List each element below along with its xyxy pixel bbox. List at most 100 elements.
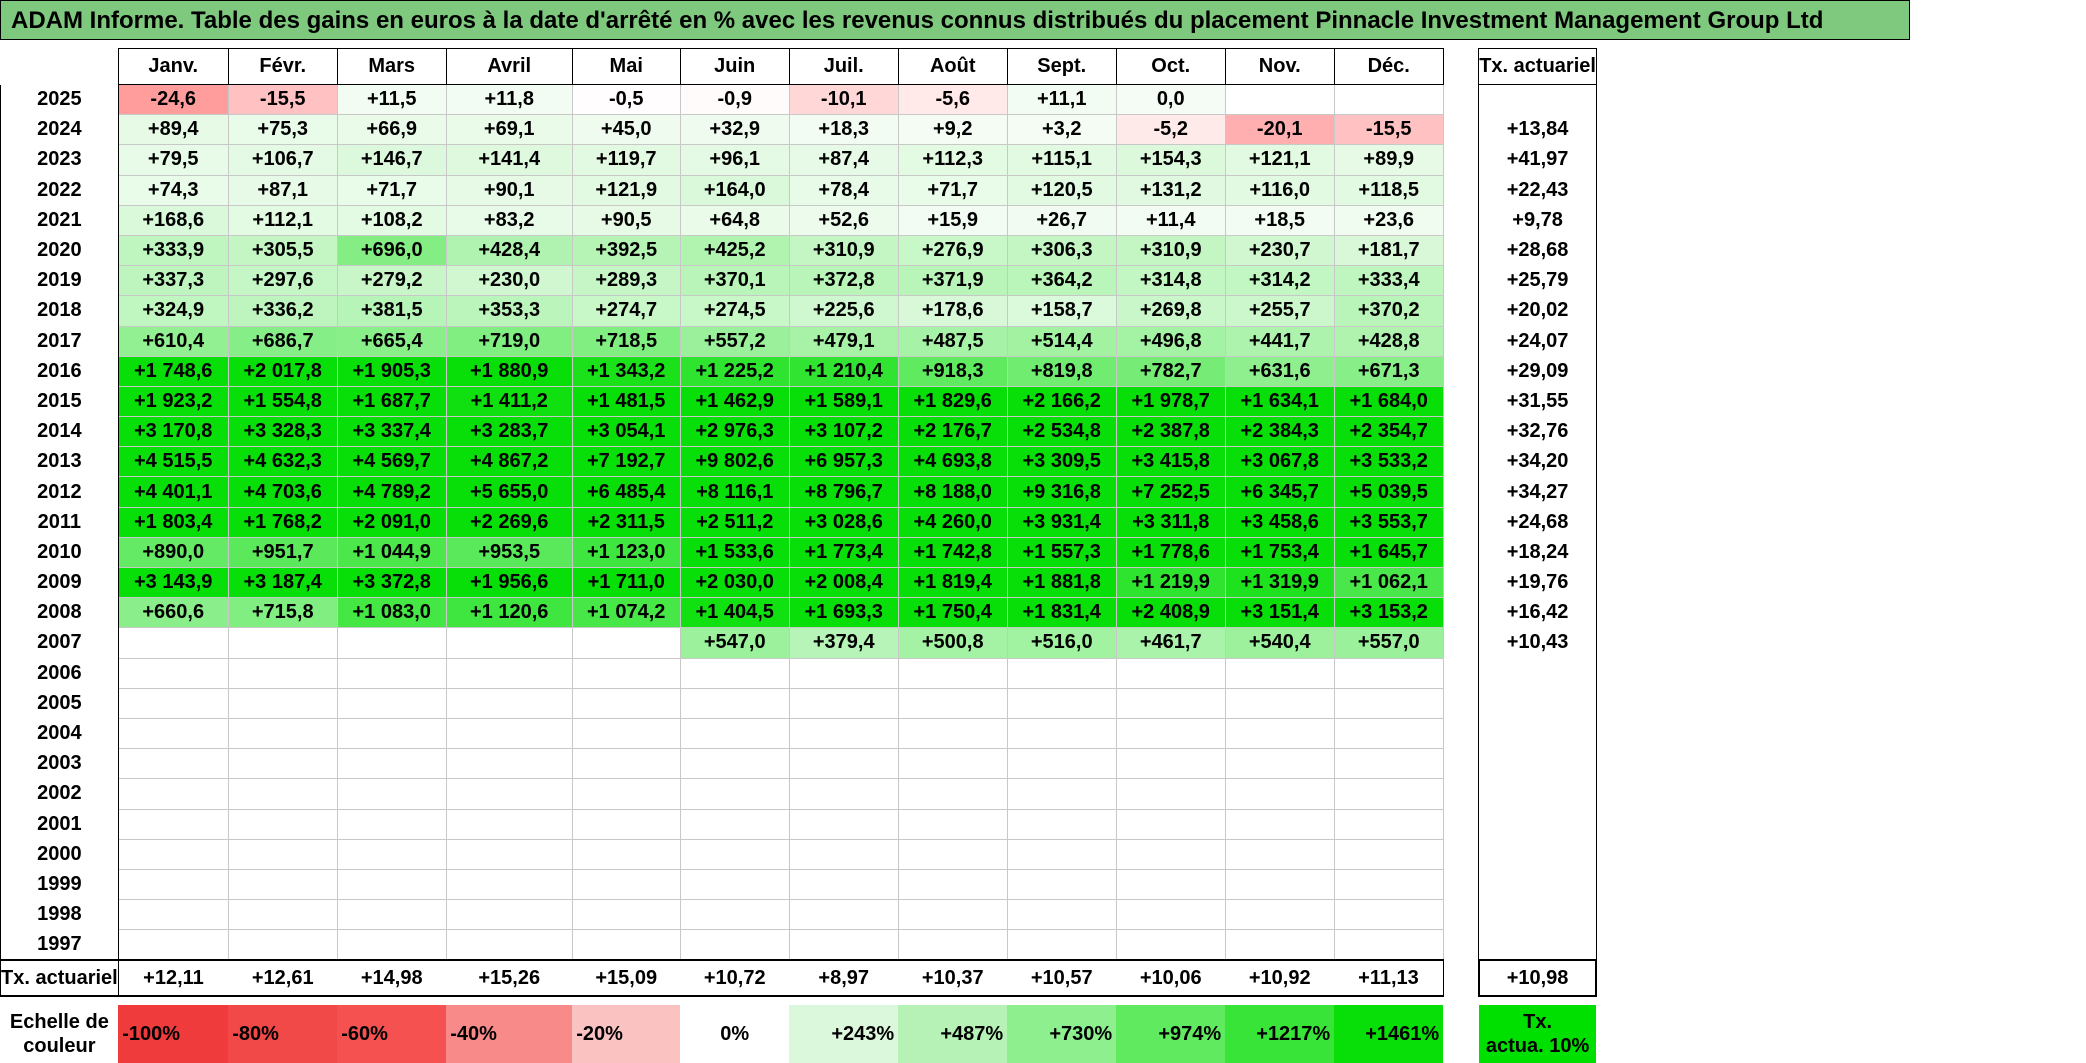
gain-cell: +1 557,3 (1007, 537, 1116, 567)
gain-cell (118, 749, 228, 779)
gain-cell: +1 319,9 (1225, 568, 1334, 598)
table-row: 2009+3 143,9+3 187,4+3 372,8+1 956,6+1 7… (1, 568, 1597, 598)
spacer-cell (1, 996, 119, 1005)
gain-cell (228, 628, 337, 658)
year-label: 2002 (1, 779, 119, 809)
gap-cell (1443, 386, 1479, 416)
row-tx-actuariel (1479, 930, 1597, 961)
gain-cell (1007, 930, 1116, 961)
table-row: 2011+1 803,4+1 768,2+2 091,0+2 269,6+2 3… (1, 507, 1597, 537)
table-row: 2023+79,5+106,7+146,7+141,4+119,7+96,1+8… (1, 145, 1597, 175)
table-row: 1998 (1, 900, 1597, 930)
month-header: Déc. (1334, 49, 1443, 85)
table-row: 2025-24,6-15,5+11,5+11,8-0,5-0,9-10,1-5,… (1, 85, 1597, 115)
gain-cell: +4 569,7 (337, 447, 446, 477)
gain-cell (118, 900, 228, 930)
year-label: 2010 (1, 537, 119, 567)
table-row: 2019+337,3+297,6+279,2+230,0+289,3+370,1… (1, 266, 1597, 296)
gain-cell: -15,5 (1334, 115, 1443, 145)
gain-cell (572, 749, 680, 779)
gain-cell: +297,6 (228, 266, 337, 296)
gain-cell: +1 778,6 (1116, 537, 1225, 567)
row-tx-actuariel: +32,76 (1479, 417, 1597, 447)
gain-cell (680, 869, 789, 899)
gain-cell (1334, 749, 1443, 779)
gain-cell: +1 554,8 (228, 386, 337, 416)
year-label: 2003 (1, 749, 119, 779)
month-header: Juin (680, 49, 789, 85)
gain-cell: +2 311,5 (572, 507, 680, 537)
gain-cell: +7 252,5 (1116, 477, 1225, 507)
gain-cell: +500,8 (898, 628, 1007, 658)
gap-cell (1443, 749, 1479, 779)
gain-cell (337, 688, 446, 718)
table-row: 2002 (1, 779, 1597, 809)
year-label: 2009 (1, 568, 119, 598)
gain-cell: +3 170,8 (118, 417, 228, 447)
spacer-cell (118, 996, 228, 1005)
gain-cell: +66,9 (337, 115, 446, 145)
gain-cell (789, 839, 898, 869)
gain-cell: +718,5 (572, 326, 680, 356)
year-label: 2011 (1, 507, 119, 537)
color-scale-label-line1: Echelle de (1, 1010, 119, 1034)
gain-cell: +112,3 (898, 145, 1007, 175)
gain-cell: +3,2 (1007, 115, 1116, 145)
row-tx-actuariel (1479, 900, 1597, 930)
row-tx-actuariel: +16,42 (1479, 598, 1597, 628)
gain-cell (337, 930, 446, 961)
gain-cell: +90,1 (446, 175, 572, 205)
gain-cell (446, 688, 572, 718)
gain-cell (228, 658, 337, 688)
gain-cell: +18,3 (789, 115, 898, 145)
gain-cell: +2 091,0 (337, 507, 446, 537)
row-tx-actuariel (1479, 809, 1597, 839)
row-tx-actuariel (1479, 85, 1597, 115)
gain-cell (898, 749, 1007, 779)
spacer-cell (572, 996, 680, 1005)
gain-cell: +9,2 (898, 115, 1007, 145)
color-scale-row: Echelle decouleur-100%-80%-60%-40%-20%0%… (1, 1005, 1597, 1063)
gain-cell (1225, 718, 1334, 748)
gain-cell: +336,2 (228, 296, 337, 326)
gain-cell: +1 044,9 (337, 537, 446, 567)
gains-table: Janv. Févr. Mars Avril Mai Juin Juil. Ao… (0, 48, 1597, 1063)
gain-cell (1007, 718, 1116, 748)
gain-cell: +3 311,8 (1116, 507, 1225, 537)
annual-tx-label: Tx. actuariel (1, 960, 119, 996)
year-label: 2023 (1, 145, 119, 175)
gain-cell: +306,3 (1007, 235, 1116, 265)
gain-cell: +1 831,4 (1007, 598, 1116, 628)
gain-cell: +1 880,9 (446, 356, 572, 386)
gain-cell (228, 809, 337, 839)
gain-cell: +557,2 (680, 326, 789, 356)
gain-cell: +2 030,0 (680, 568, 789, 598)
table-row: 2005 (1, 688, 1597, 718)
gain-cell: +9 802,6 (680, 447, 789, 477)
spacer-cell (1116, 996, 1225, 1005)
gain-cell: +665,4 (337, 326, 446, 356)
table-row: 1997 (1, 930, 1597, 961)
gain-cell: +392,5 (572, 235, 680, 265)
gain-cell (337, 749, 446, 779)
gain-cell (572, 930, 680, 961)
color-scale-step: +974% (1116, 1005, 1225, 1063)
gain-cell (228, 930, 337, 961)
gain-cell: +3 283,7 (446, 417, 572, 447)
gain-cell: +1 589,1 (789, 386, 898, 416)
row-tx-actuariel: +34,27 (1479, 477, 1597, 507)
gain-cell (446, 658, 572, 688)
color-scale-step: -40% (446, 1005, 572, 1063)
gap-cell (1443, 417, 1479, 447)
gain-cell: +381,5 (337, 296, 446, 326)
row-tx-actuariel (1479, 839, 1597, 869)
gain-cell: +168,6 (118, 205, 228, 235)
row-tx-actuariel: +19,76 (1479, 568, 1597, 598)
gain-cell: +2 166,2 (1007, 386, 1116, 416)
table-row: 2008+660,6+715,8+1 083,0+1 120,6+1 074,2… (1, 598, 1597, 628)
gain-cell: +370,1 (680, 266, 789, 296)
year-label: 1998 (1, 900, 119, 930)
color-scale-step: -60% (337, 1005, 446, 1063)
gain-cell: +1 711,0 (572, 568, 680, 598)
year-label: 2004 (1, 718, 119, 748)
